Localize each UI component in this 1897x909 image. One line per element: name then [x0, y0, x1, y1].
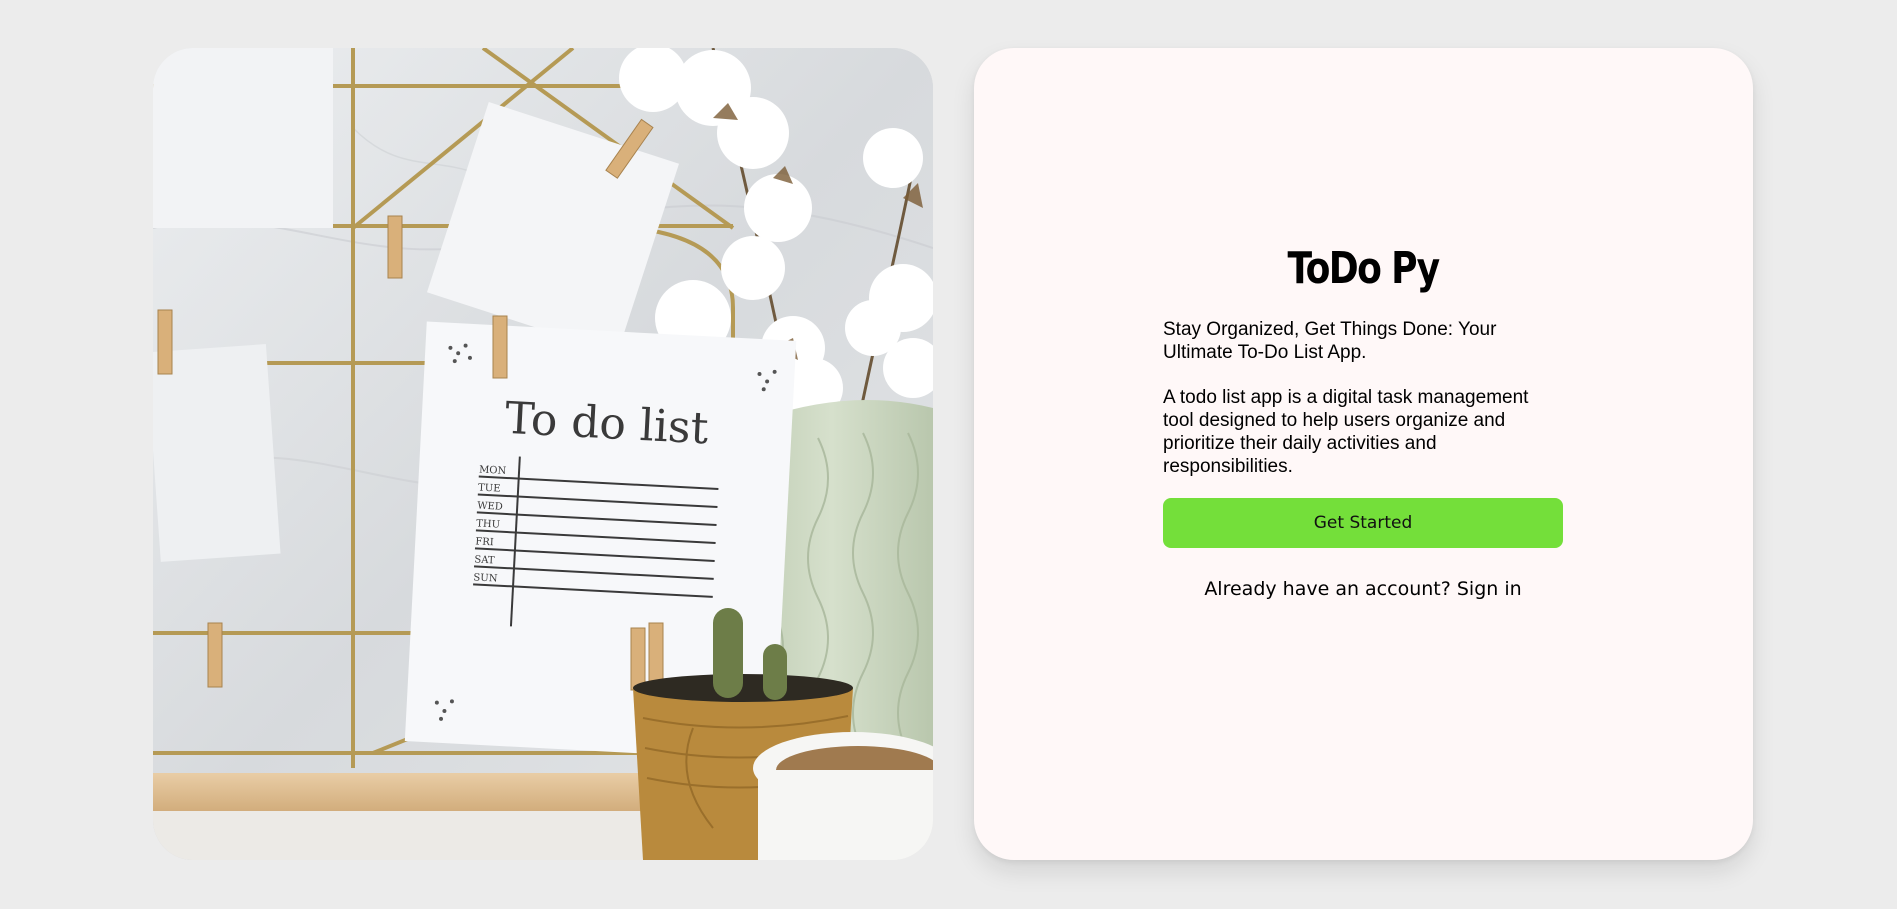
hero-image: To do list MON TUE WED THU FRI SAT SUN	[153, 48, 933, 860]
signin-link[interactable]: Sign in	[1457, 578, 1522, 600]
note-day-tue: TUE	[478, 482, 501, 494]
app-description: A todo list app is a digital task manage…	[1163, 386, 1529, 477]
app-title: ToDo Py	[1287, 243, 1440, 294]
note-day-thu: THU	[476, 518, 500, 530]
signin-prompt: Already have an account?	[1204, 577, 1451, 600]
hero-illustration: To do list MON TUE WED THU FRI SAT SUN	[153, 48, 933, 860]
note-day-sat: SAT	[474, 554, 495, 566]
get-started-button[interactable]: Get Started	[1163, 497, 1563, 548]
note-day-fri: FRI	[475, 536, 494, 548]
welcome-content: ToDo Py Stay Organized, Get Things Done:…	[1163, 243, 1563, 600]
welcome-card: ToDo Py Stay Organized, Get Things Done:…	[974, 48, 1753, 860]
note-title: To do list	[504, 393, 710, 455]
note-day-wed: WED	[477, 500, 503, 512]
note-day-mon: MON	[479, 465, 507, 477]
signin-row: Already have an account? Sign in	[1163, 578, 1563, 600]
note-day-sun: SUN	[473, 572, 498, 584]
app-tagline: Stay Organized, Get Things Done: Your Ul…	[1163, 318, 1497, 363]
